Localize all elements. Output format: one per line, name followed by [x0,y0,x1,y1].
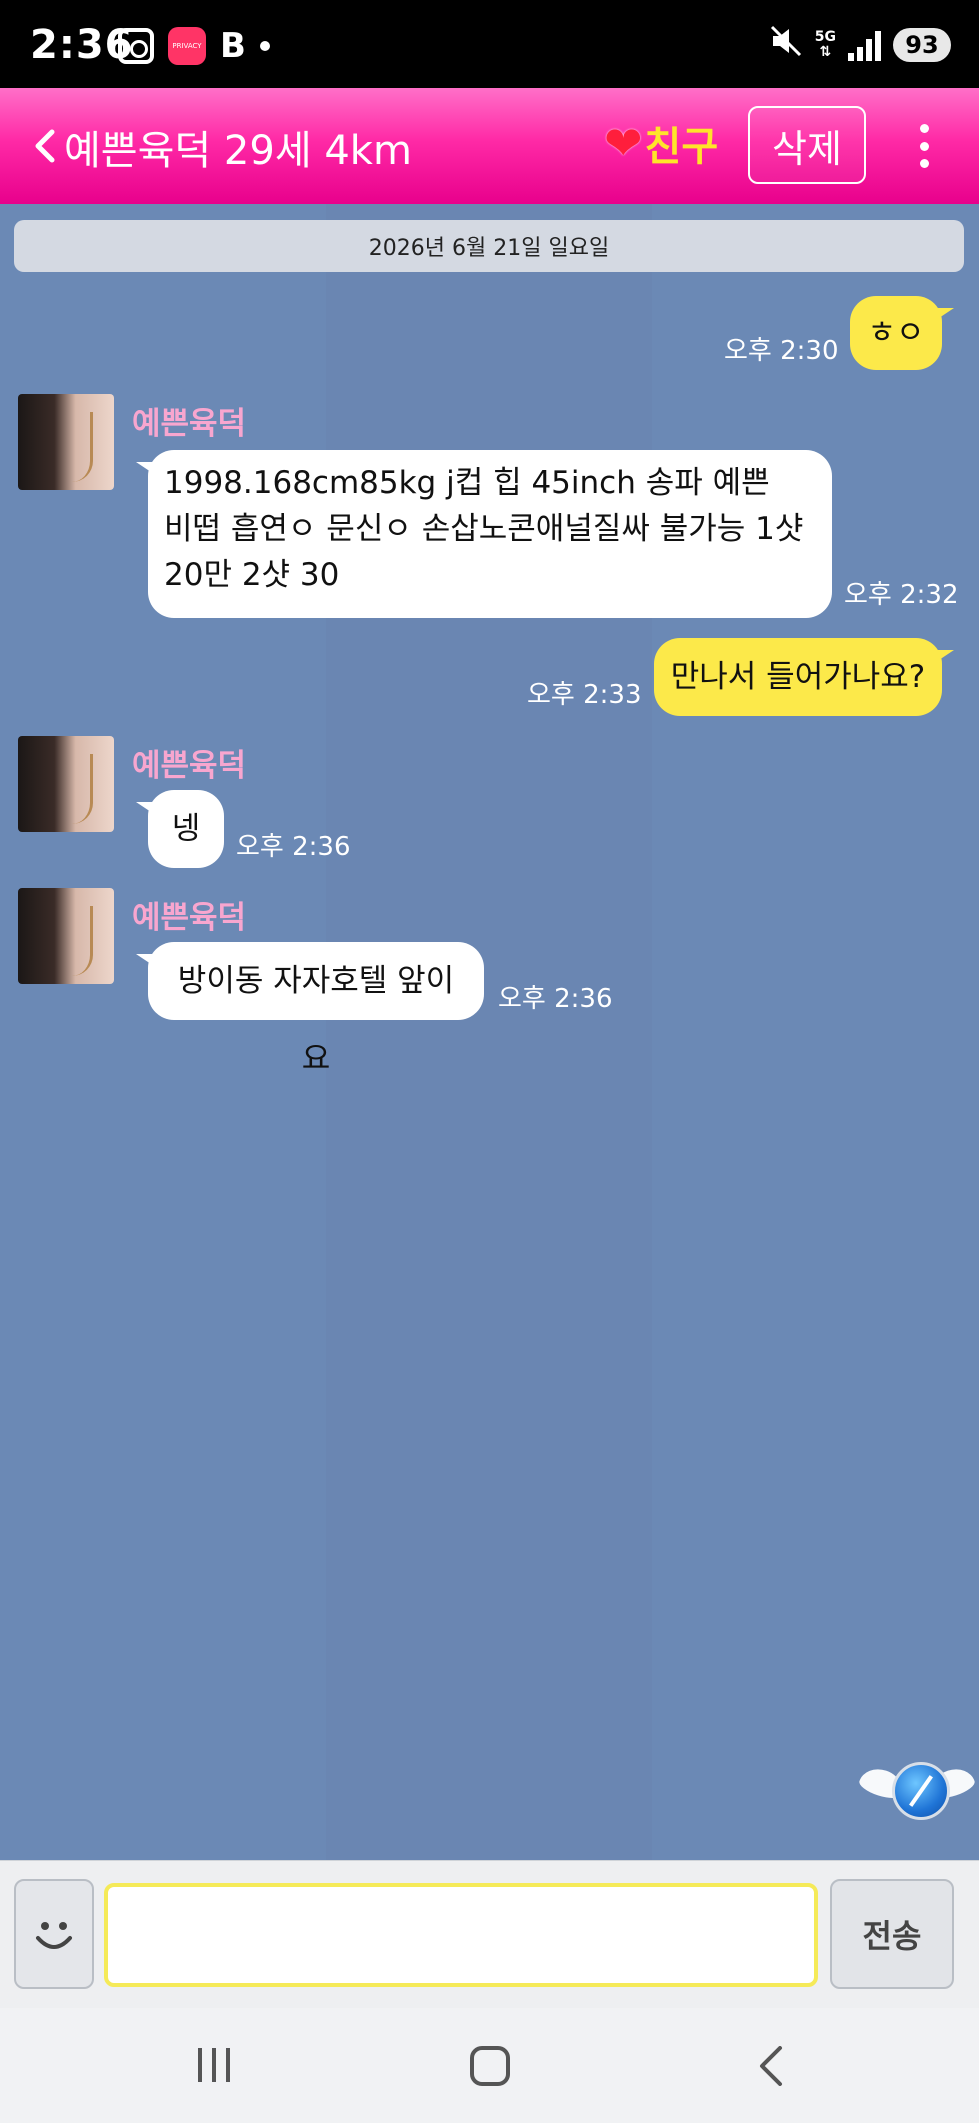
message-input[interactable] [104,1883,818,1987]
more-options-icon[interactable] [906,118,942,174]
recents-icon[interactable] [198,2048,230,2082]
network-type: 5G ⇅ [814,29,836,60]
heart-icon: ❤ [604,116,643,170]
screenshot-icon [118,28,154,64]
system-nav-bar [0,2008,979,2123]
signal-icon [848,29,881,61]
delete-button[interactable]: 삭제 [748,106,866,184]
status-right-icons: 5G ⇅ 93 [769,24,951,66]
their-message-bubble[interactable]: 넹 [136,790,224,868]
date-divider: 2026년 6월 21일 일요일 [14,220,964,272]
message-line: 20만 2샷 30 [164,557,340,593]
message-time: 오후 2:36 [498,984,613,1014]
their-message-bubble[interactable]: 방이동 자자호텔 앞이요 [136,942,484,1077]
message-time: 오후 2:33 [527,680,642,710]
back-chevron-icon[interactable] [24,124,64,168]
battery-icon: 93 [893,28,951,62]
letter-b-icon: B [220,26,246,66]
status-left-icons: PRIVACY B [118,26,270,66]
friend-button[interactable]: ❤ 친구 [604,114,718,172]
message-line: 1998.168cm85kg j컵 힙 45inch 송파 예쁜 [164,465,770,501]
message-time: 오후 2:32 [844,580,959,610]
message-line: 비떱 흡연ㅇ 문신ㅇ 손삽노콘애널질싸 불가능 1샷 [164,511,804,547]
sender-name: 예쁜육덕 [132,748,247,784]
message-time: 오후 2:30 [724,336,839,366]
chat-area[interactable]: 2026년 6월 21일 일요일 오후 2:30 ㅎㅇ 예쁜육덕 1998.16… [0,204,979,1860]
their-message-bubble[interactable]: 1998.168cm85kg j컵 힙 45inch 송파 예쁜 비떱 흡연ㅇ … [136,450,832,618]
sender-name: 예쁜육덕 [132,406,247,442]
sender-name: 예쁜육덕 [132,900,247,936]
emoji-button[interactable] [14,1879,94,1989]
home-icon[interactable] [470,2046,510,2086]
message-input-bar: 전송 [0,1860,979,2008]
avatar[interactable] [18,888,114,984]
friend-label: 친구 [644,124,719,170]
back-icon[interactable] [752,2046,792,2086]
avatar[interactable] [18,394,114,490]
floating-compass-button[interactable] [857,1756,977,1828]
send-button[interactable]: 전송 [830,1879,954,1989]
my-message-bubble[interactable]: 만나서 들어가나요? [654,638,954,716]
my-message-bubble[interactable]: ㅎㅇ [850,296,954,370]
compass-icon [892,1762,950,1820]
app-icon: PRIVACY [168,27,206,65]
status-bar: 2:36 PRIVACY B 5G ⇅ 93 [0,0,979,88]
mute-icon [769,24,803,66]
chat-title: 예쁜육덕 29세 4km [64,128,412,174]
notification-dot-icon [259,41,270,51]
smiley-icon [36,1922,72,1949]
avatar[interactable] [18,736,114,832]
message-time: 오후 2:36 [236,832,351,862]
chat-header: 예쁜육덕 29세 4km ❤ 친구 삭제 [0,88,979,204]
